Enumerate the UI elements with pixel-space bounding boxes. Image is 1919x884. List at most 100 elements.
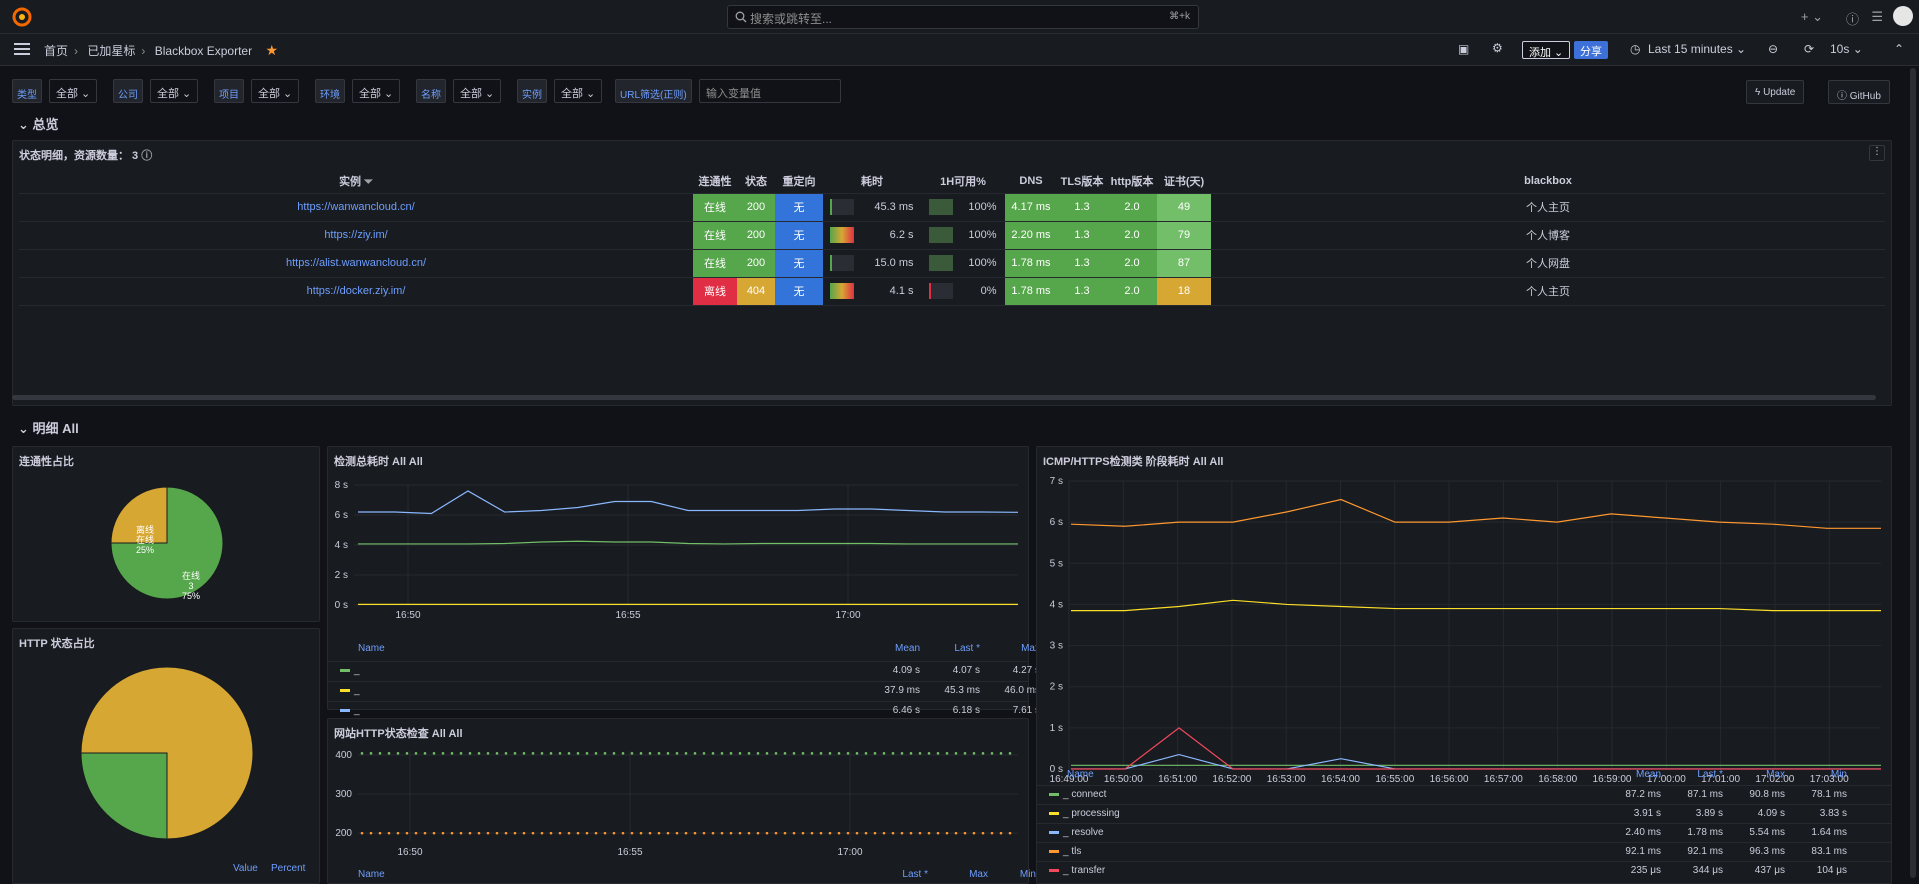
data-point (441, 752, 445, 755)
vertical-scrollbar[interactable] (1910, 68, 1916, 878)
legend-swatch (1049, 811, 1059, 815)
col-cert[interactable]: 证书(天) (1157, 169, 1211, 194)
latency-cell: 45.3 ms (823, 193, 921, 222)
col-dns[interactable]: DNS (1005, 169, 1057, 194)
data-point (684, 831, 688, 835)
legend-value-header[interactable]: Value (233, 863, 258, 874)
col-blackbox[interactable]: blackbox (1211, 169, 1885, 194)
refresh-interval-picker[interactable]: 10s ⌄ (1830, 42, 1863, 56)
col-avail[interactable]: 1H可用% (921, 169, 1005, 194)
legend-row[interactable]: _ 37.9 ms 45.3 ms 46.0 ms (328, 681, 1040, 697)
panel-menu-icon[interactable]: ⋮ (1869, 145, 1885, 161)
data-point (630, 831, 634, 835)
col-tls[interactable]: TLS版本 (1057, 169, 1107, 194)
legend-col-header[interactable]: Name (358, 869, 558, 880)
update-button[interactable]: ϟ Update (1746, 80, 1805, 104)
search-input[interactable]: 搜索或跳转至... ⌘+k (727, 5, 1199, 29)
settings-icon[interactable]: ⚙ (1492, 41, 1503, 55)
data-point (549, 752, 553, 755)
clock-icon[interactable]: ◷ (1630, 42, 1640, 56)
legend-row[interactable]: _ tls 92.1 ms 92.1 ms 96.3 ms 83.1 ms (1037, 842, 1891, 858)
legend-col-header[interactable]: Min (996, 869, 1036, 880)
var-select[interactable]: 全部 ⌄ (150, 79, 199, 103)
github-button[interactable]: ⓘ GitHub (1828, 80, 1890, 104)
legend-value: 83.1 ms (1811, 846, 1847, 857)
filter-icon[interactable]: ⏷ (364, 176, 373, 188)
instance-link[interactable]: https://docker.ziy.im/ (19, 277, 693, 306)
col-redirect[interactable]: 重定向 (775, 169, 823, 194)
legend-col-header[interactable]: Max (988, 643, 1040, 654)
legend-col-header[interactable]: Min (1795, 769, 1847, 780)
legend-percent-header[interactable]: Percent (271, 863, 305, 874)
data-point (666, 831, 670, 835)
info-icon[interactable]: ⓘ (141, 150, 152, 162)
data-point (747, 752, 751, 755)
data-point (774, 831, 778, 835)
data-point (882, 752, 886, 755)
var-select[interactable]: 全部 ⌄ (352, 79, 401, 103)
collapse-icon[interactable]: ⌃ (1894, 42, 1904, 56)
legend-col-header[interactable]: Last * (1671, 769, 1723, 780)
refresh-icon[interactable]: ⟳ (1804, 42, 1814, 56)
avatar[interactable] (1893, 6, 1913, 26)
legend-row[interactable]: _ 4.09 s 4.07 s 4.27 s (328, 661, 1040, 677)
save-icon[interactable]: ▣ (1458, 42, 1469, 56)
col-http[interactable]: http版本 (1107, 169, 1157, 194)
var-select[interactable]: 全部 ⌄ (554, 79, 603, 103)
y-tick-label: 300 (335, 789, 352, 800)
legend-col-header[interactable]: Name (358, 643, 558, 654)
data-point (414, 831, 418, 835)
legend-col-header[interactable]: Max (948, 869, 988, 880)
http-cell: 2.0 (1107, 193, 1157, 222)
tls-cell: 1.3 (1057, 249, 1107, 278)
legend-row[interactable]: _ transfer 235 μs 344 μs 437 μs 104 μs (1037, 861, 1891, 877)
col-instance[interactable]: 实例 ⏷ (19, 169, 693, 194)
instance-link[interactable]: https://wanwancloud.cn/ (19, 193, 693, 222)
row-overview[interactable]: ⌄ 总览 (18, 114, 59, 133)
legend-row[interactable]: _ processing 3.91 s 3.89 s 4.09 s 3.83 s (1037, 804, 1891, 820)
breadcrumb-home[interactable]: 首页 (44, 44, 68, 58)
dns-cell: 1.78 ms (1005, 277, 1057, 306)
row-detail[interactable]: ⌄ 明细 All (18, 418, 79, 437)
grafana-logo-icon[interactable] (12, 7, 32, 27)
redirect-cell: 无 (775, 249, 823, 278)
add-button[interactable]: 添加 ⌄ (1522, 41, 1571, 59)
rss-icon[interactable]: ☰ (1871, 9, 1883, 25)
plus-icon[interactable]: + ⌄ (1801, 9, 1823, 25)
status-cell: 200 (737, 193, 775, 222)
legend-swatch (340, 688, 350, 692)
legend-col-header[interactable]: Mean (1609, 769, 1661, 780)
data-point (756, 831, 760, 835)
horizontal-scrollbar[interactable] (12, 395, 1876, 400)
url-filter-input[interactable]: 输入变量值 (699, 79, 841, 103)
avail-cell: 100% (921, 221, 1005, 250)
help-icon[interactable]: ⓘ (1846, 9, 1859, 28)
legend-col-header[interactable]: Last * (888, 869, 928, 880)
star-icon[interactable]: ★ (265, 42, 278, 58)
col-status[interactable]: 状态 (737, 169, 775, 194)
dns-cell: 4.17 ms (1005, 193, 1057, 222)
tls-cell: 1.3 (1057, 277, 1107, 306)
share-button[interactable]: 分享 (1574, 41, 1608, 59)
var-select[interactable]: 全部 ⌄ (453, 79, 502, 103)
instance-link[interactable]: https://alist.wanwancloud.cn/ (19, 249, 693, 278)
legend-col-header[interactable]: Mean (868, 643, 920, 654)
col-conn[interactable]: 连通性 (693, 169, 737, 194)
var-select[interactable]: 全部 ⌄ (49, 79, 98, 103)
time-range-picker[interactable]: Last 15 minutes ⌄ (1648, 42, 1746, 56)
legend-row[interactable]: _ resolve 2.40 ms 1.78 ms 5.54 ms 1.64 ms (1037, 823, 1891, 839)
pie-slice (80, 752, 168, 840)
breadcrumb-starred[interactable]: 已加星标 (87, 44, 135, 58)
conn-cell: 在线 (693, 193, 737, 222)
instance-link[interactable]: https://ziy.im/ (19, 221, 693, 250)
col-latency[interactable]: 耗时 (823, 169, 921, 194)
menu-icon[interactable] (14, 43, 30, 55)
legend-row[interactable]: _ 6.46 s 6.18 s 7.61 s (328, 701, 1040, 717)
var-select[interactable]: 全部 ⌄ (251, 79, 300, 103)
breadcrumb-dashboard[interactable]: Blackbox Exporter (155, 44, 252, 58)
legend-row[interactable]: _ connect 87.2 ms 87.1 ms 90.8 ms 78.1 ms (1037, 785, 1891, 801)
legend-col-header[interactable]: Name (1067, 769, 1267, 780)
zoom-out-icon[interactable]: ⊖ (1768, 42, 1778, 56)
legend-col-header[interactable]: Max (1733, 769, 1785, 780)
legend-col-header[interactable]: Last * (928, 643, 980, 654)
